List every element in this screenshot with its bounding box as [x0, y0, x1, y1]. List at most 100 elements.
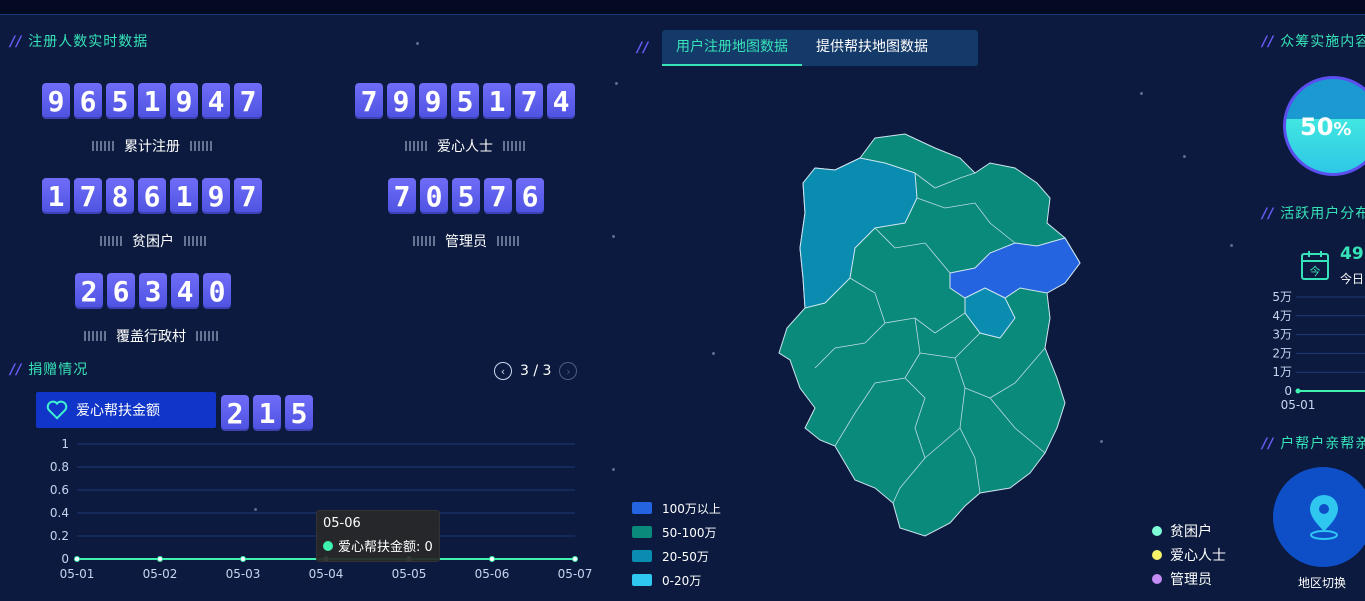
digit-tile: 0	[420, 178, 448, 214]
digit-tile: 9	[419, 83, 447, 119]
star-decoration	[712, 352, 715, 355]
legend-swatch	[632, 574, 652, 586]
digit-tile: 6	[74, 83, 102, 119]
dots-decoration	[84, 331, 106, 341]
location-pin-icon	[1310, 495, 1338, 540]
map-value-legend: 100万以上 50-100万 20-50万 0-20万	[632, 496, 721, 592]
stat-volunteer-digits: 7995174	[355, 83, 575, 119]
digit-tile: 7	[515, 83, 543, 119]
digit-tile: 5	[106, 83, 134, 119]
legend-item[interactable]: 50-100万	[632, 520, 721, 544]
dots-decoration	[196, 331, 218, 341]
stat-total-label: 累计注册	[92, 136, 212, 156]
digit-tile: 5	[452, 178, 480, 214]
legend-dot	[1152, 574, 1162, 584]
digit-tile: 7	[234, 83, 262, 119]
active-sub: 今日	[1340, 272, 1365, 286]
legend-item[interactable]: 0-20万	[632, 568, 721, 592]
family-section-title: //户帮户亲帮亲	[1262, 436, 1365, 452]
legend-item[interactable]: 爱心人士	[1152, 543, 1226, 567]
x-tick-label: 05-03	[226, 567, 261, 581]
crowdfund-section-title: //众筹实施内容	[1262, 34, 1365, 50]
data-point[interactable]	[489, 556, 495, 562]
calendar-icon: 今	[1301, 251, 1329, 280]
digit-tile: 7	[388, 178, 416, 214]
x-tick-label: 05-04	[309, 567, 344, 581]
x-tick-label: 05-06	[475, 567, 510, 581]
digit-tile: 5	[451, 83, 479, 119]
next-page-button[interactable]: ›	[559, 362, 578, 380]
donation-section-title: //捐赠情况	[10, 362, 89, 378]
legend-item[interactable]: 贫困户	[1152, 519, 1226, 543]
pager: ‹ 3 / 3 ›	[494, 362, 578, 380]
prev-page-button[interactable]: ‹	[494, 362, 512, 380]
digit-tile: 4	[202, 83, 230, 119]
star-decoration	[1183, 155, 1186, 158]
tab-support-map[interactable]: 提供帮扶地图数据	[802, 30, 942, 66]
star-decoration	[615, 82, 618, 85]
gauge-text: 50%	[1300, 113, 1352, 141]
digit-tile: 1	[483, 83, 511, 119]
map-point-legend: 贫困户 爱心人士 管理员	[1152, 519, 1226, 591]
heart-icon	[46, 400, 68, 420]
map-section-marker: //	[637, 40, 650, 56]
star-decoration	[612, 235, 615, 238]
y-tick-label: 5万	[1272, 290, 1292, 304]
star-decoration	[612, 468, 615, 471]
data-point[interactable]	[1295, 388, 1301, 394]
digit-tile: 0	[203, 273, 231, 309]
data-point[interactable]	[157, 556, 163, 562]
pager-text: 3 / 3	[520, 363, 552, 379]
dots-decoration	[497, 236, 519, 246]
donation-badge: 爱心帮扶金额	[36, 392, 216, 428]
register-section-title: //注册人数实时数据	[10, 34, 149, 50]
data-point[interactable]	[74, 556, 80, 562]
x-tick-label: 05-01	[1281, 398, 1316, 412]
stat-village-label: 覆盖行政村	[84, 326, 218, 346]
legend-item[interactable]: 管理员	[1152, 567, 1226, 591]
y-tick-label: 0.8	[50, 460, 69, 474]
digit-tile: 2	[221, 395, 249, 431]
region-switch-label: 地区切换	[1298, 576, 1347, 590]
region-switch-button[interactable]	[1273, 467, 1365, 567]
stat-volunteer-label: 爱心人士	[405, 136, 525, 156]
y-tick-label: 2万	[1272, 346, 1292, 360]
x-tick-label: 05-05	[392, 567, 427, 581]
y-tick-label: 1万	[1272, 365, 1292, 379]
stat-total-digits: 9651947	[42, 83, 262, 119]
progress-gauge: 50%	[1283, 76, 1365, 176]
legend-dot	[1152, 526, 1162, 536]
dots-decoration	[100, 236, 122, 246]
active-users-mini-chart: 0 1万 2万 3万 4万 5万 05-01	[1272, 290, 1365, 412]
digit-tile: 2	[75, 273, 103, 309]
top-bar	[0, 0, 1365, 15]
legend-item[interactable]: 100万以上	[632, 496, 721, 520]
stat-poor-digits: 1786197	[42, 178, 262, 214]
digit-tile: 1	[42, 178, 70, 214]
x-tick-label: 05-02	[143, 567, 178, 581]
tab-register-map[interactable]: 用户注册地图数据	[662, 30, 802, 66]
province-map[interactable]	[775, 128, 1085, 540]
chart-tooltip: 05-06 爱心帮扶金额: 0	[316, 510, 440, 562]
stat-poor-label: 贫困户	[100, 231, 206, 251]
tooltip-date: 05-06	[323, 516, 361, 531]
dots-decoration	[413, 236, 435, 246]
y-tick-label: 0.6	[50, 483, 69, 497]
digit-tile: 1	[170, 178, 198, 214]
stat-admin-label: 管理员	[413, 231, 519, 251]
digit-tile: 6	[107, 273, 135, 309]
y-tick-label: 1	[61, 437, 69, 451]
data-point[interactable]	[572, 556, 578, 562]
star-decoration	[416, 42, 419, 45]
data-point[interactable]	[240, 556, 246, 562]
digit-tile: 5	[285, 395, 313, 431]
dots-decoration	[190, 141, 212, 151]
star-decoration	[1140, 92, 1143, 95]
legend-item[interactable]: 20-50万	[632, 544, 721, 568]
active-number: 492	[1340, 244, 1365, 264]
digit-tile: 9	[170, 83, 198, 119]
y-tick-label: 0.4	[50, 506, 69, 520]
legend-swatch	[632, 550, 652, 562]
map-tabs: 用户注册地图数据 提供帮扶地图数据	[662, 30, 978, 66]
y-tick-label: 0.2	[50, 529, 69, 543]
